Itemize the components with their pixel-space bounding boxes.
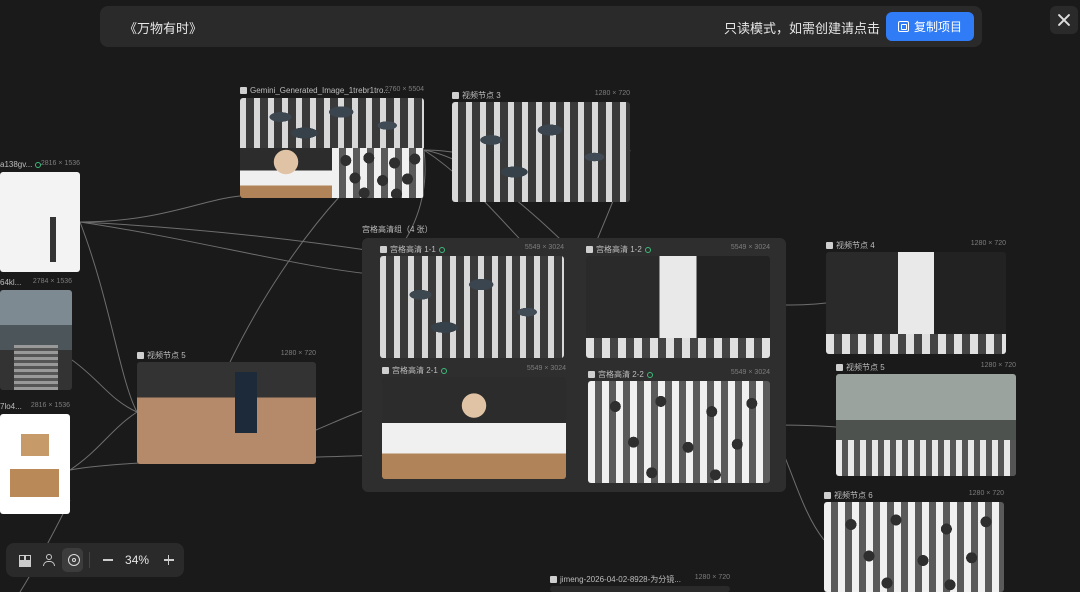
node-image: [588, 381, 770, 483]
image-node-jimeng[interactable]: jimeng-2026-04-02-8928-为分镜... 1280 × 720: [550, 574, 730, 592]
node-label: 7lo4...: [0, 402, 22, 411]
video-node-3[interactable]: 视频节点 3 1280 × 720: [452, 90, 630, 202]
node-image: [824, 502, 1004, 592]
image-node-left-2[interactable]: 64kl... 2784 × 1536: [0, 278, 72, 390]
video-node-4[interactable]: 视频节点 4 1280 × 720: [826, 240, 1006, 354]
hand-icon[interactable]: [62, 548, 84, 572]
node-image: [0, 290, 72, 390]
video-node-5-right[interactable]: 视频节点 5 1280 × 720: [836, 362, 1016, 476]
node-size: 5549 × 3024: [730, 369, 770, 376]
zoom-out-button[interactable]: [96, 548, 117, 572]
video-icon: [826, 242, 833, 249]
node-image: [0, 414, 70, 514]
node-label: 视频节点 5: [147, 351, 186, 360]
zoom-level: 34%: [125, 553, 150, 567]
canvas-toolbar: 34%: [6, 543, 184, 577]
node-image: [240, 98, 424, 198]
node-size: 1280 × 720: [594, 90, 630, 97]
node-image: [380, 256, 564, 358]
node-image: [0, 172, 80, 272]
node-label: 视频节点 6: [834, 491, 873, 500]
image-icon: [550, 576, 557, 583]
video-node-6[interactable]: 视频节点 6 1280 × 720: [824, 490, 1004, 592]
image-icon: [586, 246, 593, 253]
grid-node-2-2[interactable]: 宫格高清 2-2 5549 × 3024: [588, 369, 770, 483]
node-size: 2760 × 5504: [384, 86, 424, 93]
node-label: 宫格高清 1-2: [596, 245, 642, 254]
copy-project-button[interactable]: 复制项目: [886, 12, 974, 41]
video-icon: [836, 364, 843, 371]
node-size: 1280 × 720: [694, 574, 730, 581]
zoom-in-button[interactable]: [157, 548, 178, 572]
grid-icon[interactable]: [12, 548, 33, 572]
node-size: 2816 × 1536: [30, 402, 70, 409]
node-label: 视频节点 4: [836, 241, 875, 250]
image-node-gemini[interactable]: Gemini_Generated_Image_1trebr1tro... 276…: [240, 86, 424, 198]
image-icon: [588, 371, 595, 378]
image-node-left-1[interactable]: a138gv... 2816 × 1536: [0, 160, 80, 272]
node-image: [382, 377, 566, 479]
node-label: 宫格高清 2-2: [598, 370, 644, 379]
node-size: 5549 × 3024: [526, 365, 566, 372]
node-size: 1280 × 720: [980, 362, 1016, 369]
close-icon[interactable]: [1050, 6, 1078, 34]
grid-node-1-2[interactable]: 宫格高清 1-2 5549 × 3024: [586, 244, 770, 358]
image-icon: [380, 246, 387, 253]
copy-project-label: 复制项目: [913, 20, 962, 34]
image-node-left-3[interactable]: 7lo4... 2816 × 1536: [0, 402, 70, 514]
node-size: 5549 × 3024: [524, 244, 564, 251]
video-node-5-left[interactable]: 视频节点 5 1280 × 720: [137, 350, 316, 464]
node-label: 视频节点 3: [462, 91, 501, 100]
node-label: 宫格高清 2-1: [392, 366, 438, 375]
node-size: 5549 × 3024: [730, 244, 770, 251]
image-icon: [382, 367, 389, 374]
copy-icon: [897, 21, 909, 32]
video-icon: [137, 352, 144, 359]
video-icon: [824, 492, 831, 499]
node-label: 视频节点 5: [846, 363, 885, 372]
node-image: [550, 586, 730, 592]
node-label: 64kl...: [0, 278, 22, 287]
node-image: [826, 252, 1006, 354]
node-size: 2816 × 1536: [40, 160, 80, 167]
node-size: 1280 × 720: [968, 490, 1004, 497]
workflow-canvas[interactable]: 宫格高清组（4 张） Gemini_Generated_Image_1trebr…: [0, 0, 1080, 592]
node-label: a138gv...: [0, 160, 33, 169]
toolbar-divider: [89, 552, 91, 568]
node-size: 1280 × 720: [970, 240, 1006, 247]
check-icon: [644, 246, 651, 253]
check-icon: [646, 371, 653, 378]
node-size: 2784 × 1536: [32, 278, 72, 285]
node-label: jimeng-2026-04-02-8928-为分镜...: [560, 575, 681, 584]
video-icon: [452, 92, 459, 99]
readonly-hint: 只读模式，如需创建请点击: [723, 21, 880, 36]
grid-node-1-1[interactable]: 宫格高清 1-1 5549 × 3024: [380, 244, 564, 358]
project-title: 《万物有时》: [124, 21, 203, 36]
check-icon: [438, 246, 445, 253]
node-image: [586, 256, 770, 358]
top-bar: 《万物有时》 只读模式，如需创建请点击 复制项目: [100, 6, 982, 47]
check-icon: [440, 367, 447, 374]
grid-group-label: 宫格高清组（4 张）: [362, 225, 433, 234]
node-image: [137, 362, 316, 464]
person-icon[interactable]: [37, 548, 58, 572]
node-size: 1280 × 720: [280, 350, 316, 357]
node-image: [836, 374, 1016, 476]
node-label: Gemini_Generated_Image_1trebr1tro...: [250, 86, 391, 95]
node-image: [452, 102, 630, 202]
node-label: 宫格高清 1-1: [390, 245, 436, 254]
image-icon: [240, 87, 247, 94]
grid-node-2-1[interactable]: 宫格高清 2-1 5549 × 3024: [382, 365, 566, 479]
